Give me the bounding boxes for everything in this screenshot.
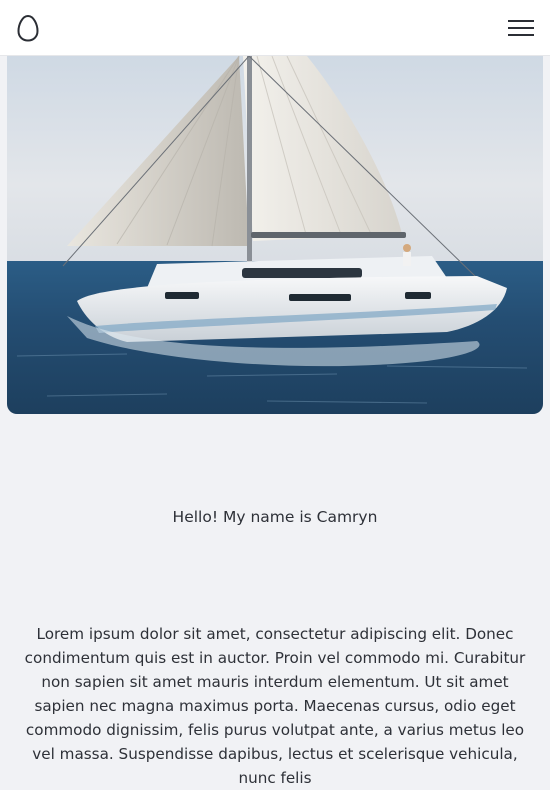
hero-sailboat-image <box>7 56 543 414</box>
site-header <box>0 0 550 56</box>
hamburger-menu-icon[interactable] <box>508 17 534 39</box>
egg-logo-icon[interactable] <box>16 14 40 42</box>
greeting-heading: Hello! My name is Camryn <box>172 508 378 526</box>
bio-paragraph: Lorem ipsum dolor sit amet, consectetur … <box>24 625 526 787</box>
